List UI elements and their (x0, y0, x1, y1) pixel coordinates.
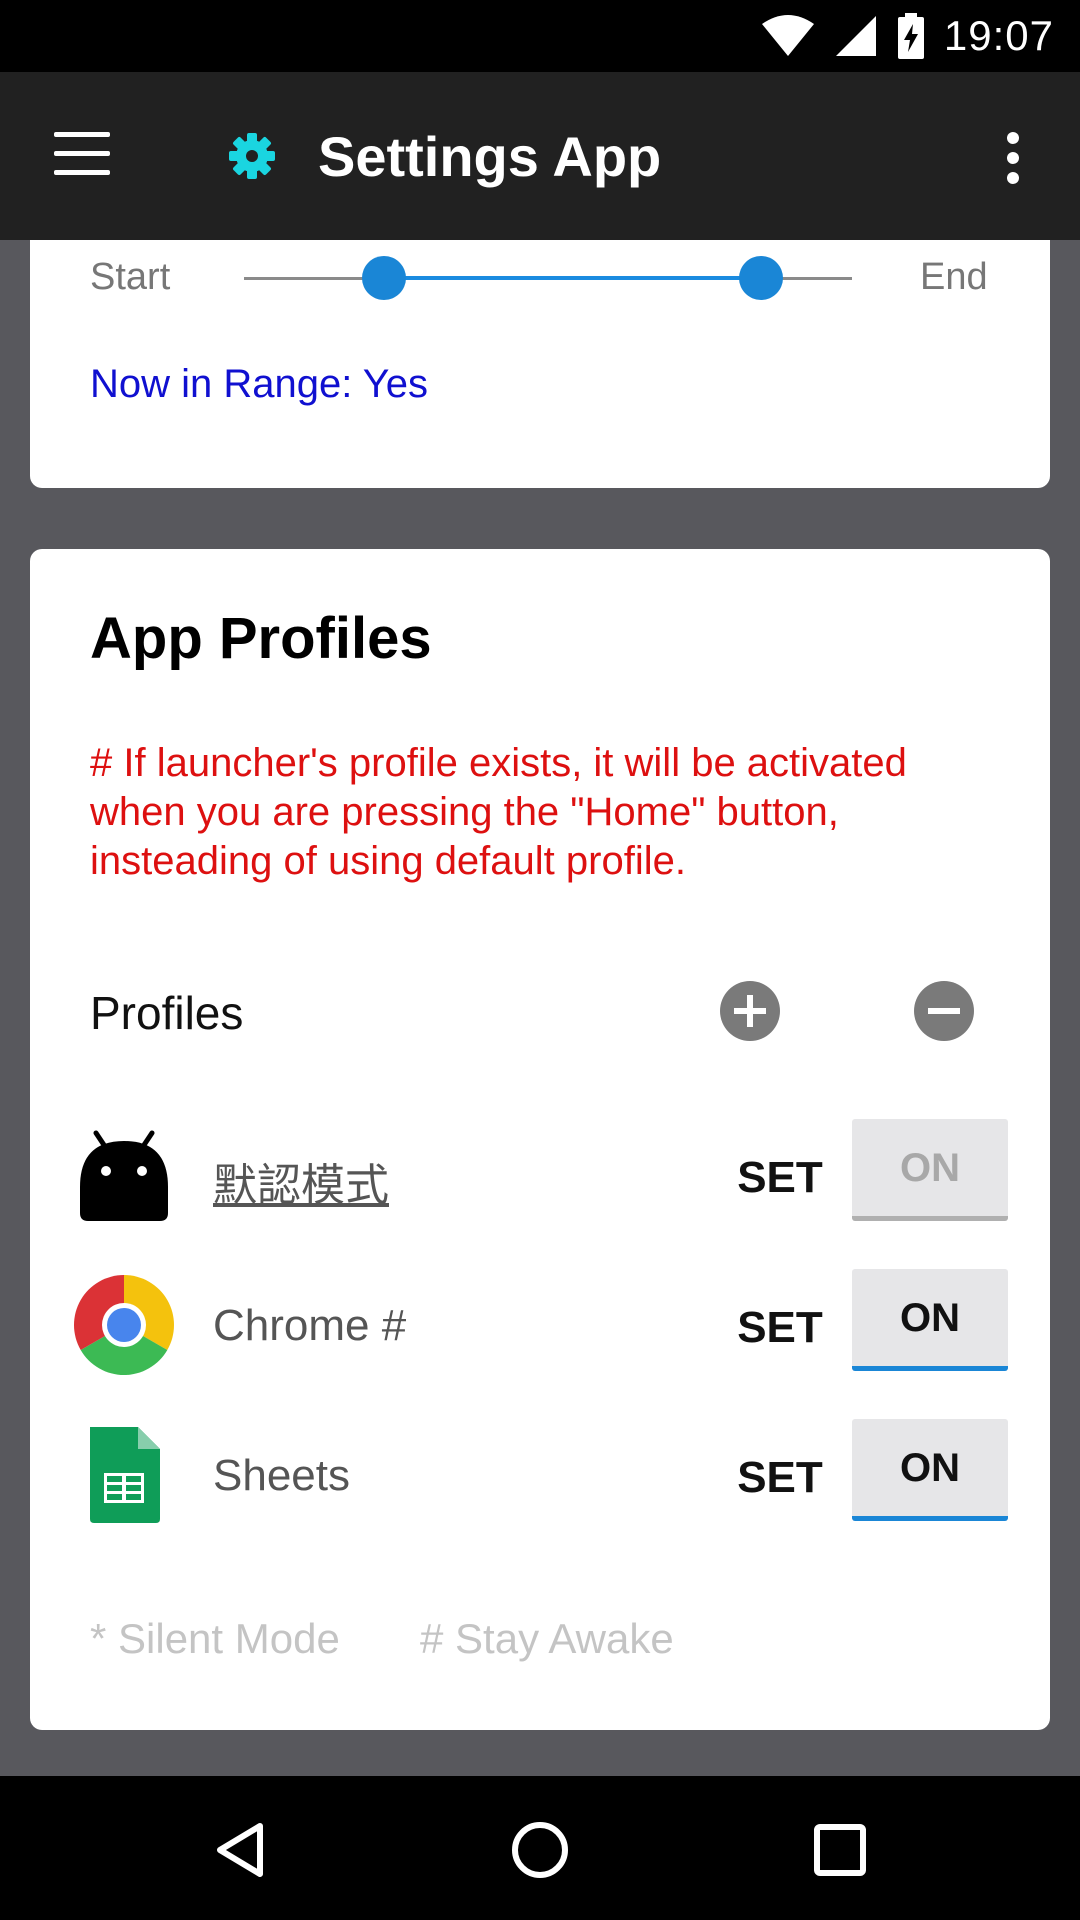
more-vert-icon[interactable] (998, 132, 1030, 184)
time-range-card: Start End Now in Range: Yes (30, 240, 1050, 488)
wifi-icon (761, 15, 814, 56)
toggle-button-chrome[interactable]: ON (852, 1269, 1008, 1371)
legend-stay-awake: # Stay Awake (420, 1615, 674, 1662)
note-line: when you are pressing the "Home" button, (90, 790, 839, 834)
range-status: Now in Range: Yes (90, 362, 429, 406)
note-line: # If launcher's profile exists, it will … (90, 741, 907, 785)
profile-name-chrome: Chrome # (213, 1301, 407, 1350)
set-button-sheets[interactable]: SET (710, 1453, 850, 1503)
section-title: App Profiles (90, 606, 432, 671)
navigation-bar (0, 1776, 1080, 1920)
profile-name-default[interactable]: 默認模式 (213, 1149, 389, 1213)
end-label: End (920, 256, 988, 298)
sheets-icon (90, 1427, 160, 1523)
legend-silent-mode: * Silent Mode (90, 1615, 340, 1662)
range-slider-selection (383, 276, 761, 280)
range-slider-end-thumb[interactable] (738, 256, 783, 300)
status-time: 19:07 (943, 12, 1054, 59)
note-line: insteading of using default profile. (90, 839, 686, 883)
toggle-button-sheets[interactable]: ON (852, 1419, 1008, 1521)
home-icon[interactable] (510, 1820, 570, 1880)
start-label: Start (90, 256, 171, 298)
status-bar: 19:07 (0, 0, 1080, 72)
remove-circle-icon[interactable] (914, 981, 974, 1041)
launcher-note: # If launcher's profile exists, it will … (90, 739, 1030, 886)
profile-name-sheets: Sheets (213, 1451, 350, 1500)
android-icon (80, 1130, 168, 1221)
add-circle-icon[interactable] (720, 981, 780, 1041)
signal-icon (835, 16, 876, 56)
toggle-button-default[interactable]: ON (852, 1119, 1008, 1221)
app-title: Settings App (318, 125, 662, 188)
app-bar: Settings App (0, 72, 1080, 240)
profiles-label: Profiles (90, 987, 244, 1039)
hamburger-menu-icon[interactable] (54, 132, 110, 176)
app-profiles-card: App Profiles # If launcher's profile exi… (30, 549, 1050, 1730)
set-button-chrome[interactable]: SET (710, 1303, 850, 1353)
range-slider-start-thumb[interactable] (361, 256, 406, 300)
recents-icon[interactable] (810, 1820, 870, 1880)
back-icon[interactable] (210, 1820, 270, 1880)
set-button-default[interactable]: SET (710, 1153, 850, 1203)
battery-charging-icon (897, 13, 924, 59)
chrome-icon (74, 1275, 174, 1375)
gear-icon (229, 133, 275, 179)
